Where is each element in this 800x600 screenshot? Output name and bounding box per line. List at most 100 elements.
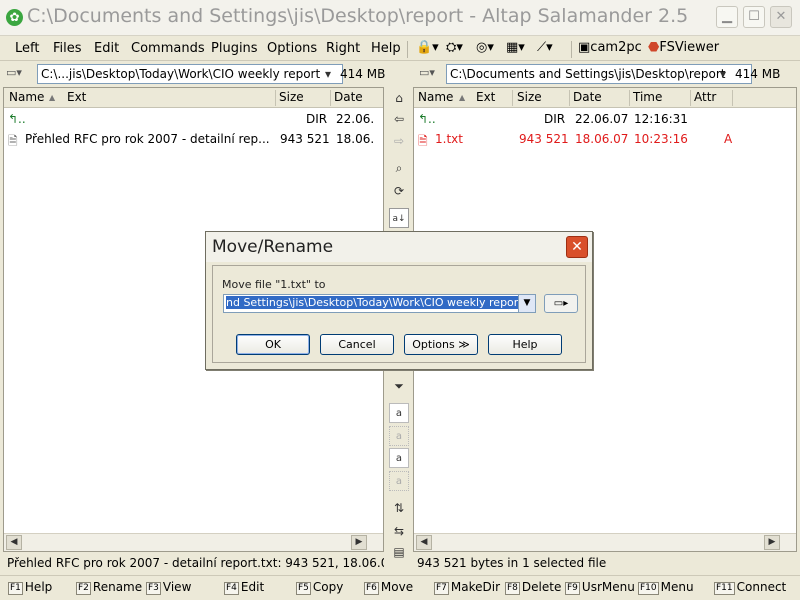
scroll-right-arrow-icon[interactable]: ▶ <box>764 535 780 550</box>
back-arrow-icon[interactable]: ⇦ <box>389 109 409 129</box>
drive-icon[interactable]: ▭▾ <box>6 66 22 79</box>
col-attr[interactable]: Attr <box>694 90 716 104</box>
fkey-help-button[interactable]: F1 Help <box>8 580 52 595</box>
col-name[interactable]: Name <box>418 90 453 104</box>
column-divider[interactable] <box>690 90 691 106</box>
fkey-copy-button[interactable]: F5 Copy <box>296 580 343 595</box>
right-path-dropdown-icon[interactable]: ▾ <box>720 67 726 81</box>
menu-files[interactable]: Files <box>53 41 82 56</box>
filter-icon[interactable]: ⏷ <box>389 376 409 396</box>
column-divider[interactable] <box>275 90 276 106</box>
browse-folder-button[interactable]: ▭▸ <box>544 294 578 313</box>
scroll-left-arrow-icon[interactable]: ◀ <box>416 535 432 550</box>
sort-arrow-icon: ▲ <box>49 93 56 102</box>
cell-size: 943 521 <box>519 132 569 146</box>
col-name[interactable]: Name <box>9 90 44 104</box>
col-time[interactable]: Time <box>633 90 662 104</box>
left-free-space: 414 MB <box>340 67 386 81</box>
cam2pc-button[interactable]: ▣cam2pc <box>578 40 642 58</box>
chart-icon[interactable]: ⟋▾ <box>537 40 553 58</box>
drive-icon[interactable]: ▭▾ <box>419 66 435 79</box>
ok-button[interactable]: OK <box>236 334 310 355</box>
forward-arrow-icon[interactable]: ⇨ <box>389 131 409 151</box>
menu-plugins[interactable]: Plugins <box>211 41 258 56</box>
sort-name-icon[interactable]: a↓ <box>389 208 409 228</box>
toolbar-separator <box>407 41 408 58</box>
close-button[interactable]: ✕ <box>770 6 792 28</box>
fkey-view-button[interactable]: F3 View <box>146 580 191 595</box>
cell-attr: A <box>724 132 733 146</box>
cam2pc-label: cam2pc <box>590 40 642 55</box>
maximize-button[interactable]: ☐ <box>743 6 765 28</box>
options-button[interactable]: Options ≫ <box>404 334 478 355</box>
fkey-delete-button[interactable]: F8 Delete <box>505 580 561 595</box>
menu-edit[interactable]: Edit <box>94 41 119 56</box>
table-row[interactable]: 🗎 Přehled RFC pro rok 2007 - detailní re… <box>4 129 383 149</box>
col-size[interactable]: Size <box>279 90 304 104</box>
fkey-makedir-button[interactable]: F7 MakeDir <box>434 580 500 595</box>
fsviewer-button[interactable]: ⬣FSViewer <box>648 40 719 58</box>
menu-right[interactable]: Right <box>326 41 360 56</box>
select-all-icon[interactable]: a <box>389 448 409 468</box>
right-path-field[interactable]: C:\Documents and Settings\jis\Desktop\re… <box>446 64 752 84</box>
column-divider[interactable] <box>629 90 630 106</box>
col-size[interactable]: Size <box>517 90 542 104</box>
table-row[interactable]: ↰.. DIR 22.06. <box>4 109 383 129</box>
column-divider[interactable] <box>732 90 733 106</box>
unselect-icon[interactable]: a <box>389 426 409 446</box>
table-row[interactable]: ↰.. DIR 22.06.07 12:16:31 <box>414 109 796 129</box>
properties-icon[interactable]: ▤ <box>389 542 409 562</box>
change-dir-icon[interactable]: ⌂ <box>389 88 409 108</box>
column-divider[interactable] <box>330 90 331 106</box>
scroll-left-arrow-icon[interactable]: ◀ <box>6 535 22 550</box>
fkey-edit-button[interactable]: F4 Edit <box>224 580 264 595</box>
disk-icon[interactable]: ◎▾ <box>476 40 494 58</box>
col-ext[interactable]: Ext <box>67 90 86 104</box>
select-icon[interactable]: a <box>389 403 409 423</box>
up-dir-icon: ↰.. <box>418 112 436 126</box>
fkey-usrmenu-button[interactable]: F9 UsrMenu <box>565 580 635 595</box>
col-ext[interactable]: Ext <box>476 90 495 104</box>
cancel-button[interactable]: Cancel <box>320 334 394 355</box>
cell-size: DIR <box>544 112 566 126</box>
help-button[interactable]: Help <box>488 334 562 355</box>
fkey-menu-button[interactable]: F10 Menu <box>638 580 694 595</box>
text-file-icon: 🗎 <box>418 134 428 148</box>
column-divider[interactable] <box>512 90 513 106</box>
dialog-close-button[interactable]: ✕ <box>566 236 588 258</box>
cell-date: 22.06.07 <box>575 112 629 126</box>
fkey-rename-button[interactable]: F2 Rename <box>76 580 142 595</box>
right-horizontal-scrollbar[interactable]: ◀ ▶ <box>414 533 796 551</box>
archive-icon[interactable]: ▦▾ <box>506 40 525 58</box>
ftp-icon[interactable]: ⛭▾ <box>446 40 463 58</box>
table-row[interactable]: 🗎 1.txt 943 521 18.06.07 10:23:16 A <box>414 129 796 149</box>
menu-left[interactable]: Left <box>15 41 39 56</box>
left-path-field[interactable]: C:\...jis\Desktop\Today\Work\CIO weekly … <box>37 64 343 84</box>
cell-date: 18.06. <box>336 132 375 146</box>
cell-date: 18.06.07 <box>575 132 629 146</box>
scroll-right-arrow-icon[interactable]: ▶ <box>351 535 367 550</box>
dialog-title: Move/Rename <box>212 237 334 257</box>
target-path-input[interactable]: nd Settings\jis\Desktop\Today\Work\CIO w… <box>223 294 519 313</box>
fkey-connect-button[interactable]: F11 Connect <box>714 580 786 595</box>
left-path-dropdown-icon[interactable]: ▾ <box>325 67 331 81</box>
cell-name: Přehled RFC pro rok 2007 - detailní rep.… <box>25 132 270 146</box>
refresh-icon[interactable]: ⟳ <box>389 181 409 201</box>
history-dropdown-button[interactable]: ▼ <box>518 294 536 313</box>
col-date[interactable]: Date <box>334 90 363 104</box>
menu-commands[interactable]: Commands <box>131 41 205 56</box>
find-icon[interactable]: ⌕ <box>389 158 409 178</box>
left-horizontal-scrollbar[interactable]: ◀ ▶ <box>4 533 383 551</box>
fkey-move-button[interactable]: F6 Move <box>364 580 413 595</box>
column-divider[interactable] <box>569 90 570 106</box>
col-date[interactable]: Date <box>573 90 602 104</box>
minimize-button[interactable]: ▁ <box>716 6 738 28</box>
unselect-all-icon[interactable]: a <box>389 471 409 491</box>
menu-help[interactable]: Help <box>371 41 401 56</box>
compare-dirs-icon[interactable]: ⇅ <box>389 498 409 518</box>
sort-arrow-icon: ▲ <box>459 93 466 102</box>
lock-icon[interactable]: 🔒▾ <box>416 40 439 58</box>
menu-options[interactable]: Options <box>267 41 317 56</box>
dialog-title-bar: Move/Rename ✕ <box>206 232 592 262</box>
swap-panels-icon[interactable]: ⇆ <box>389 521 409 541</box>
